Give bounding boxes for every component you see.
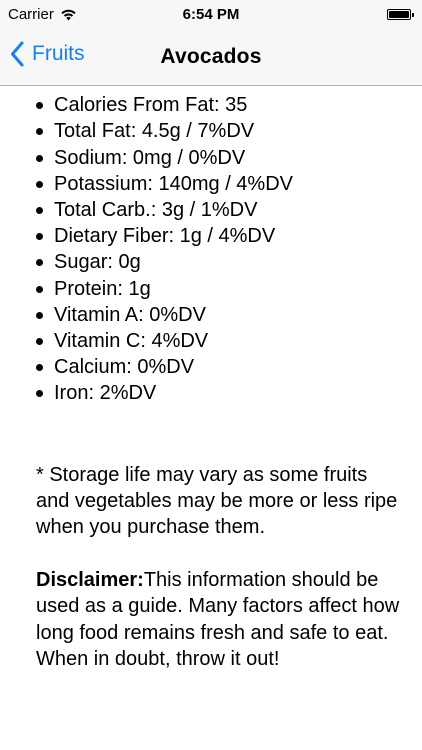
- content-body: Calories: 50Calories From Fat: 35Total F…: [0, 86, 422, 672]
- page-title: Avocados: [160, 45, 262, 68]
- nutrition-item: Sugar: 0g: [36, 249, 422, 275]
- nutrition-item: Dietary Fiber: 1g / 4%DV: [36, 223, 422, 249]
- content-scroll-view[interactable]: Calories: 50Calories From Fat: 35Total F…: [0, 86, 422, 750]
- status-time: 6:54 PM: [182, 6, 240, 23]
- nutrition-item: Potassium: 140mg / 4%DV: [36, 171, 422, 197]
- storage-note: * Storage life may vary as some fruits a…: [36, 463, 398, 539]
- nutrition-list: Calories: 50Calories From Fat: 35Total F…: [0, 86, 422, 407]
- nutrition-item: Total Fat: 4.5g / 7%DV: [36, 118, 422, 144]
- nutrition-item: Total Carb.: 3g / 1%DV: [36, 197, 422, 223]
- app-screen: Carrier 6:54 PM Fruits Avocados Calories…: [0, 0, 422, 750]
- nutrition-item: Protein: 1g: [36, 276, 422, 302]
- nutrition-item: Iron: 2%DV: [36, 380, 422, 406]
- status-bar: Carrier 6:54 PM: [0, 0, 422, 30]
- nutrition-item: Vitamin A: 0%DV: [36, 302, 422, 328]
- nutrition-item: Vitamin C: 4%DV: [36, 328, 422, 354]
- navigation-bar: Fruits Avocados: [0, 30, 422, 86]
- nutrition-item: Calories From Fat: 35: [36, 92, 422, 118]
- nutrition-item: Calcium: 0%DV: [36, 354, 422, 380]
- disclaimer: Disclaimer:This information should be us…: [0, 567, 422, 672]
- disclaimer-label: Disclaimer:: [36, 569, 144, 592]
- battery-icon: [387, 9, 414, 20]
- nutrition-item: Sodium: 0mg / 0%DV: [36, 145, 422, 171]
